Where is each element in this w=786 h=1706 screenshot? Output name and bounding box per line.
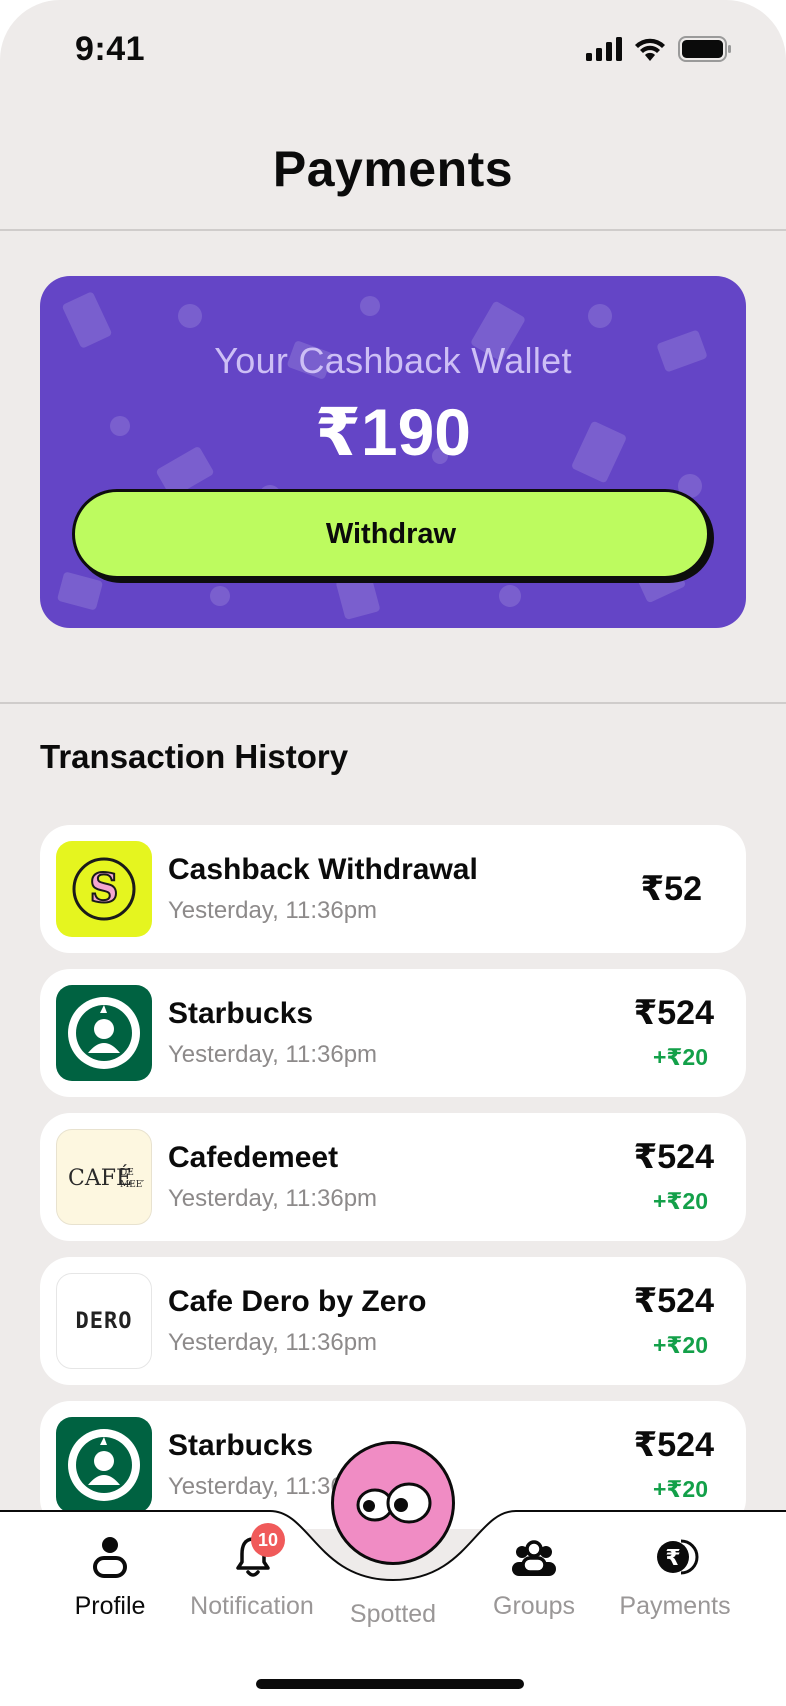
nav-label: Notification [190,1592,314,1620]
status-bar: 9:41 [0,0,786,110]
battery-icon [678,36,731,62]
dero-logo: DERO [56,1273,152,1369]
wifi-icon [635,38,665,61]
status-icons [586,36,732,62]
nav-label: Groups [493,1592,575,1620]
svg-text:S: S [90,865,119,912]
nav-label: Profile [74,1592,146,1620]
transaction-name: Cafe Dero by Zero [168,1285,427,1318]
transaction-time: Yesterday, 11:36pm [168,897,378,924]
cafedemeet-logo: CAFÉ DE MEET [56,1129,152,1225]
transaction-row[interactable]: Starbucks Yesterday, 11:36pm ₹524 +₹20 [40,969,746,1097]
page-title: Payments [272,141,514,197]
wallet-label: Your Cashback Wallet [214,340,572,381]
header: Payments [0,110,786,231]
spotted-button[interactable] [331,1441,455,1565]
transaction-history-title: Transaction History [40,738,349,775]
rupee-coin-icon: ₹ [657,1539,699,1575]
app-screen: 9:41 Payments Your Cashback Wallet ₹190 … [0,0,786,1706]
transaction-amount: ₹524 [633,994,714,1032]
nav-item-profile[interactable]: Profile [40,1536,180,1620]
transaction-name: Cashback Withdrawal [168,853,478,886]
transaction-name: Starbucks [168,997,314,1030]
spotted-eyes-icon [356,1482,432,1524]
transaction-time: Yesterday, 11:36pm [168,1041,378,1068]
transaction-time: Yesterday, 11:36pm [168,1329,378,1356]
nav-label: Payments [619,1592,731,1620]
section-divider [0,702,786,704]
cashback-earned: +₹20 [652,1044,708,1070]
svg-text:MEET: MEET [120,1180,144,1190]
nav-item-payments[interactable]: ₹ Payments [605,1536,745,1620]
transaction-amount: ₹52 [640,870,702,908]
groups-icon [512,1540,556,1576]
transaction-row[interactable]: DERO Cafe Dero by Zero Yesterday, 11:36p… [40,1257,746,1385]
cashback-earned: +₹20 [652,1188,708,1214]
withdraw-button[interactable]: Withdraw [72,489,710,579]
starbucks-logo [56,985,152,1081]
home-indicator [256,1679,524,1689]
transaction-amount: ₹524 [633,1138,714,1176]
nav-label-spotted[interactable]: Spotted [323,1600,463,1629]
profile-icon [93,1537,127,1578]
notification-badge: 10 [251,1523,285,1557]
cellular-signal-icon [586,37,622,61]
nav-item-groups[interactable]: Groups [464,1536,604,1620]
transaction-name: Cafedemeet [168,1141,339,1174]
wallet-balance: ₹190 [314,395,472,469]
transaction-row[interactable]: CAFÉ DE MEET Cafedemeet Yesterday, 11:36… [40,1113,746,1241]
dero-logo-text: DERO [75,1308,133,1334]
cashback-earned: +₹20 [652,1332,708,1358]
svg-text:₹: ₹ [665,1546,680,1571]
transaction-time: Yesterday, 11:36pm [168,1185,378,1212]
svg-text:DE: DE [120,1168,134,1178]
transaction-row[interactable]: S Cashback Withdrawal Yesterday, 11:36pm… [40,825,746,953]
cashback-wallet-card: Your Cashback Wallet ₹190 Withdraw [40,276,746,628]
transaction-amount: ₹524 [633,1282,714,1320]
status-time: 9:41 [75,30,146,68]
spotted-s-logo: S [56,841,152,937]
